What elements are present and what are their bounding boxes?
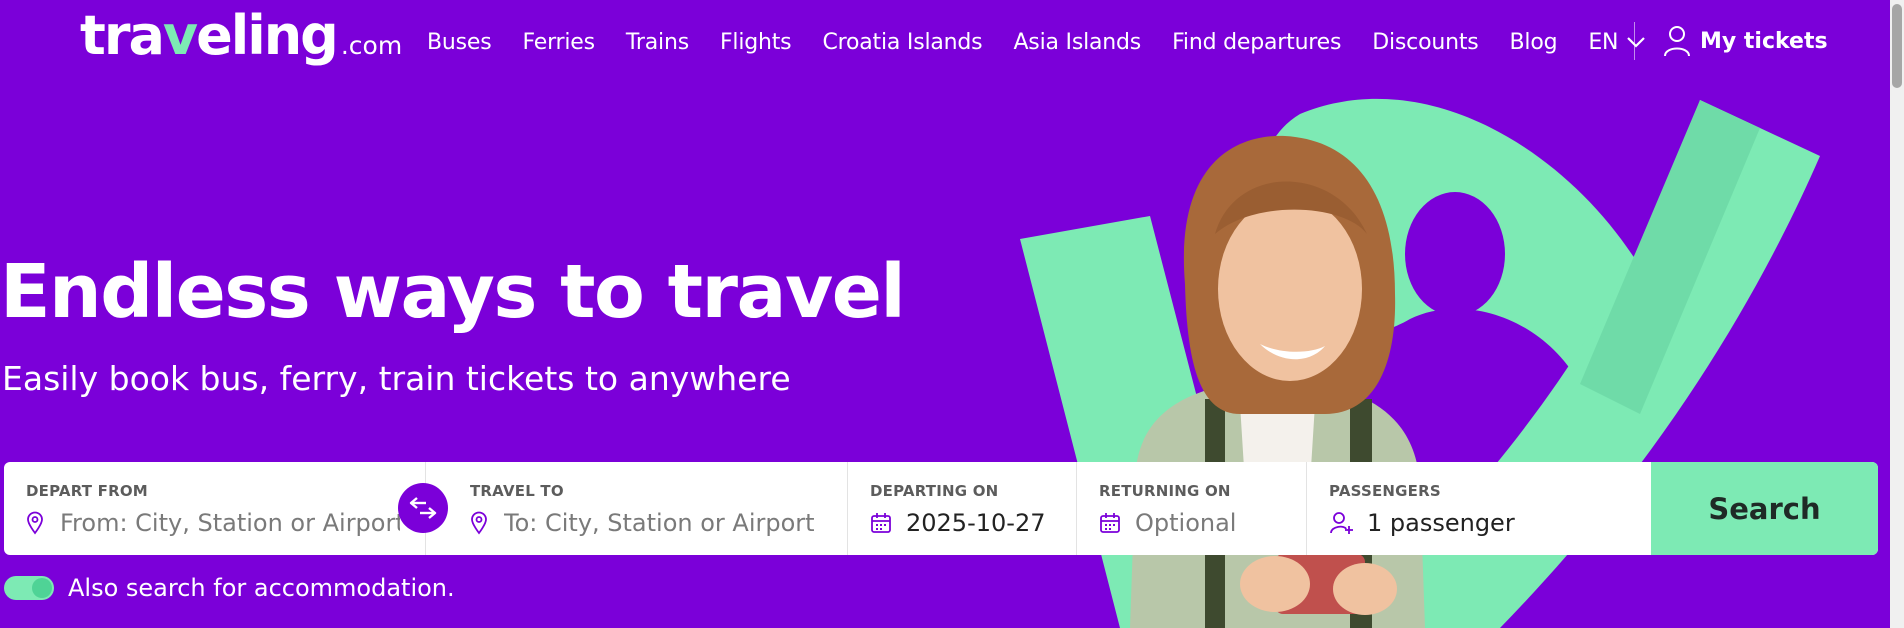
travel-to-input[interactable] [504,509,844,537]
swap-arrows-icon [409,497,437,519]
location-pin-icon [27,511,43,535]
departing-date-value: 2025-10-27 [906,509,1046,537]
logo-part-1: tra [80,4,165,67]
logo-part-3: eling [196,4,339,67]
search-form: DEPART FROM TRAVEL TO DEPARTING ON [4,462,1878,555]
calendar-icon [1100,513,1120,533]
nav-item-discounts[interactable]: Discounts [1372,30,1478,55]
page-scrollbar[interactable] [1890,0,1904,628]
language-label: EN [1588,29,1619,55]
accommodation-label: Also search for accommodation. [68,574,455,602]
scrollbar-thumb[interactable] [1892,4,1902,88]
location-pin-icon [471,511,487,535]
toggle-knob [32,578,52,598]
language-selector[interactable]: EN [1588,30,1646,55]
logo-wordmark: traveling [80,4,339,68]
my-tickets-link[interactable]: My tickets [1662,24,1828,58]
nav-item-flights[interactable]: Flights [720,30,792,55]
logo-part-2: v [162,4,198,67]
my-tickets-label: My tickets [1700,28,1828,54]
travel-to-field[interactable]: TRAVEL TO [426,462,848,555]
swap-locations-button[interactable] [398,483,448,533]
hero-subtitle: Easily book bus, ferry, train tickets to… [2,359,791,398]
nav-item-trains[interactable]: Trains [626,30,689,55]
chevron-down-icon [1627,37,1646,48]
nav-item-blog[interactable]: Blog [1510,30,1558,55]
logo[interactable]: traveling .com [80,4,402,68]
depart-from-field[interactable]: DEPART FROM [4,462,426,555]
passengers-field[interactable]: PASSENGERS 1 passenger [1307,462,1651,555]
nav-item-croatia-islands[interactable]: Croatia Islands [822,30,982,55]
nav-item-find-departures[interactable]: Find departures [1172,30,1341,55]
passengers-value: 1 passenger [1367,509,1515,537]
travel-to-label: TRAVEL TO [470,482,564,500]
user-icon [1664,26,1690,57]
hero-title: Endless ways to travel [0,249,906,335]
calendar-icon [871,513,891,533]
site-header: traveling .com Buses Ferries Trains Flig… [0,0,1904,84]
accommodation-option: Also search for accommodation. [4,574,455,602]
depart-from-label: DEPART FROM [26,482,148,500]
nav-item-buses[interactable]: Buses [427,30,492,55]
main-nav: Buses Ferries Trains Flights Croatia Isl… [427,25,1646,59]
accommodation-toggle[interactable] [4,576,54,600]
passengers-label: PASSENGERS [1329,482,1441,500]
returning-on-field[interactable]: RETURNING ON Optional [1077,462,1307,555]
add-user-icon [1330,512,1353,534]
nav-divider [1634,22,1635,60]
departing-on-field[interactable]: DEPARTING ON 2025-10-27 [848,462,1077,555]
returning-on-label: RETURNING ON [1099,482,1231,500]
returning-date-placeholder: Optional [1135,509,1237,537]
nav-item-ferries[interactable]: Ferries [523,30,596,55]
nav-item-asia-islands[interactable]: Asia Islands [1013,30,1141,55]
logo-suffix: .com [340,31,403,60]
search-button[interactable]: Search [1651,462,1878,555]
departing-on-label: DEPARTING ON [870,482,999,500]
depart-from-input[interactable] [60,509,400,537]
